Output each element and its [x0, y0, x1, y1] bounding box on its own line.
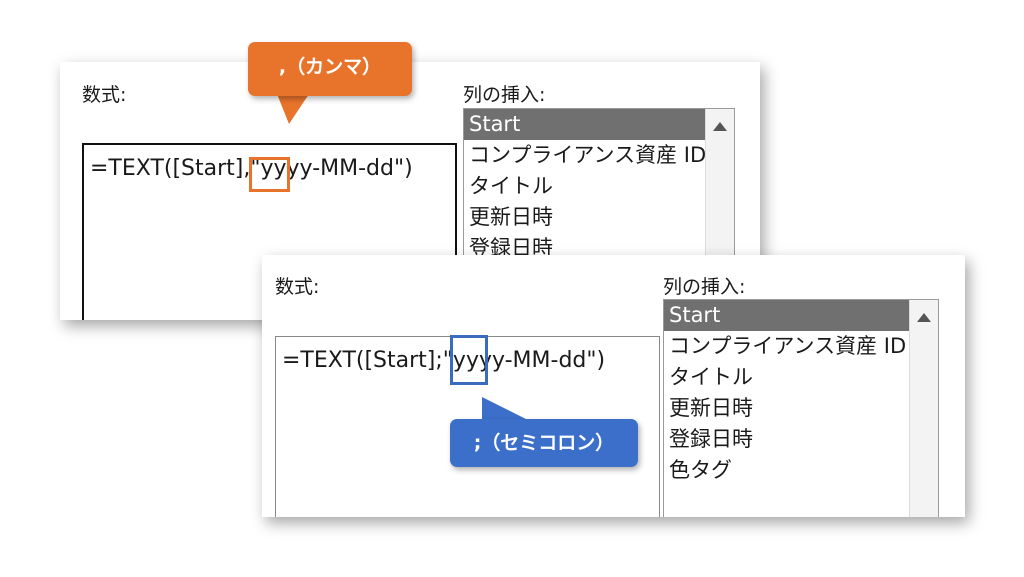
list-item[interactable]: 更新日時	[664, 393, 910, 424]
list-item[interactable]: タイトル	[664, 362, 910, 393]
list-item[interactable]: コンプライアンス資産 ID	[464, 140, 706, 171]
scroll-up-arrow-icon[interactable]	[917, 313, 931, 322]
formula-label: 数式:	[82, 84, 127, 106]
list-item[interactable]: 色タグ	[664, 455, 910, 486]
insert-column-label: 列の挿入:	[463, 84, 546, 106]
comma-highlight-box	[249, 157, 290, 192]
formula-label: 数式:	[275, 276, 320, 298]
list-item[interactable]: タイトル	[464, 171, 706, 202]
insert-column-label: 列の挿入:	[663, 276, 746, 298]
formula-dialog-semicolon: 数式: 列の挿入: =TEXT([Start];"yyyy-MM-dd") St…	[262, 255, 965, 517]
list-item[interactable]: 登録日時	[664, 424, 910, 455]
list-item[interactable]: 更新日時	[464, 202, 706, 233]
semicolon-callout-pointer	[482, 397, 528, 420]
list-item[interactable]: Start	[464, 109, 706, 140]
comma-callout-pointer	[277, 94, 309, 124]
list-item[interactable]: Start	[664, 300, 910, 331]
list-scrollbar[interactable]	[909, 300, 938, 517]
list-item[interactable]: コンプライアンス資産 ID	[664, 331, 910, 362]
insert-column-list[interactable]: Start コンプライアンス資産 ID タイトル 更新日時 登録日時 色タグ	[663, 299, 939, 517]
comma-callout: ,（カンマ）	[248, 42, 412, 96]
semicolon-callout: ;（セミコロン）	[450, 419, 638, 467]
semicolon-highlight-box	[450, 335, 488, 385]
scroll-up-arrow-icon[interactable]	[713, 122, 727, 131]
